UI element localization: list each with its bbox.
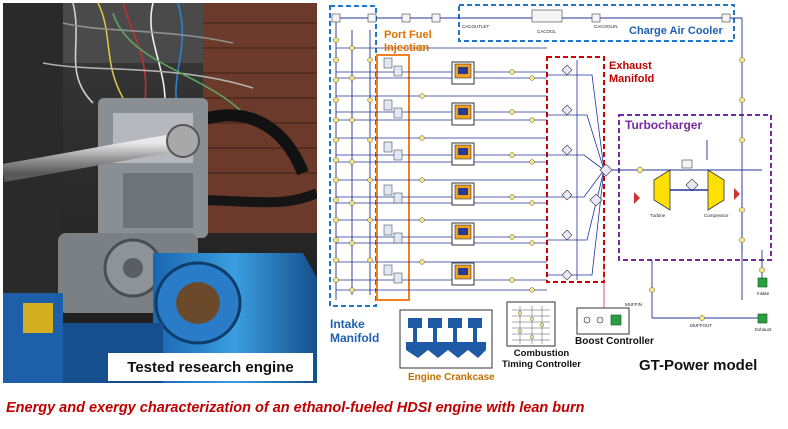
charge-air-cooler-label: Charge Air Cooler bbox=[629, 25, 723, 37]
exhaust-node-label: Exhaust bbox=[755, 327, 772, 332]
compressor-label: Compressor bbox=[704, 213, 729, 218]
turbocharger-label: Turbocharger bbox=[625, 118, 703, 132]
cacin-label: CACOOLIN bbox=[594, 24, 618, 29]
port-fuel-injection-label: Port Fuel Injection bbox=[384, 29, 432, 54]
muffout-label: MUFFOUT bbox=[690, 323, 712, 328]
cacool-label: CACOOL bbox=[537, 29, 557, 34]
boost-controller-label: Boost Controller bbox=[575, 336, 654, 347]
engine-photo-illustration bbox=[3, 3, 317, 383]
combustion-timing-controller-illustration bbox=[506, 301, 556, 347]
cacout-label: CACOUTLET bbox=[462, 24, 490, 29]
exhaust-manifold-label: Exhaust Manifold bbox=[609, 60, 655, 85]
muffin-label: MUFFIN bbox=[625, 302, 642, 307]
photo-caption: Tested research engine bbox=[108, 353, 313, 381]
gt-power-model-title: GT-Power model bbox=[639, 357, 758, 374]
figure-caption: Energy and exergy characterization of an… bbox=[6, 400, 585, 416]
intake-manifold-label: Intake Manifold bbox=[330, 317, 380, 345]
turbine-label: Turbine bbox=[650, 213, 666, 218]
gt-power-model: Intake Exhaust MUFFIN MUFFOUT CACOOL CAC… bbox=[322, 0, 788, 395]
compressor-shape bbox=[707, 169, 725, 211]
port-fuel-injection-box bbox=[376, 54, 410, 301]
engine-crankcase-illustration bbox=[399, 309, 493, 369]
intake-node-label: Intake bbox=[757, 291, 770, 296]
model-schematic: Intake Exhaust MUFFIN MUFFOUT CACOOL CAC… bbox=[329, 4, 772, 369]
engine-photo: Tested research engine bbox=[3, 3, 317, 383]
turbine-shape bbox=[653, 169, 671, 211]
combustion-timing-controller-label: Combustion Timing Controller bbox=[502, 348, 581, 370]
engine-crankcase-label: Engine Crankcase bbox=[408, 372, 495, 383]
